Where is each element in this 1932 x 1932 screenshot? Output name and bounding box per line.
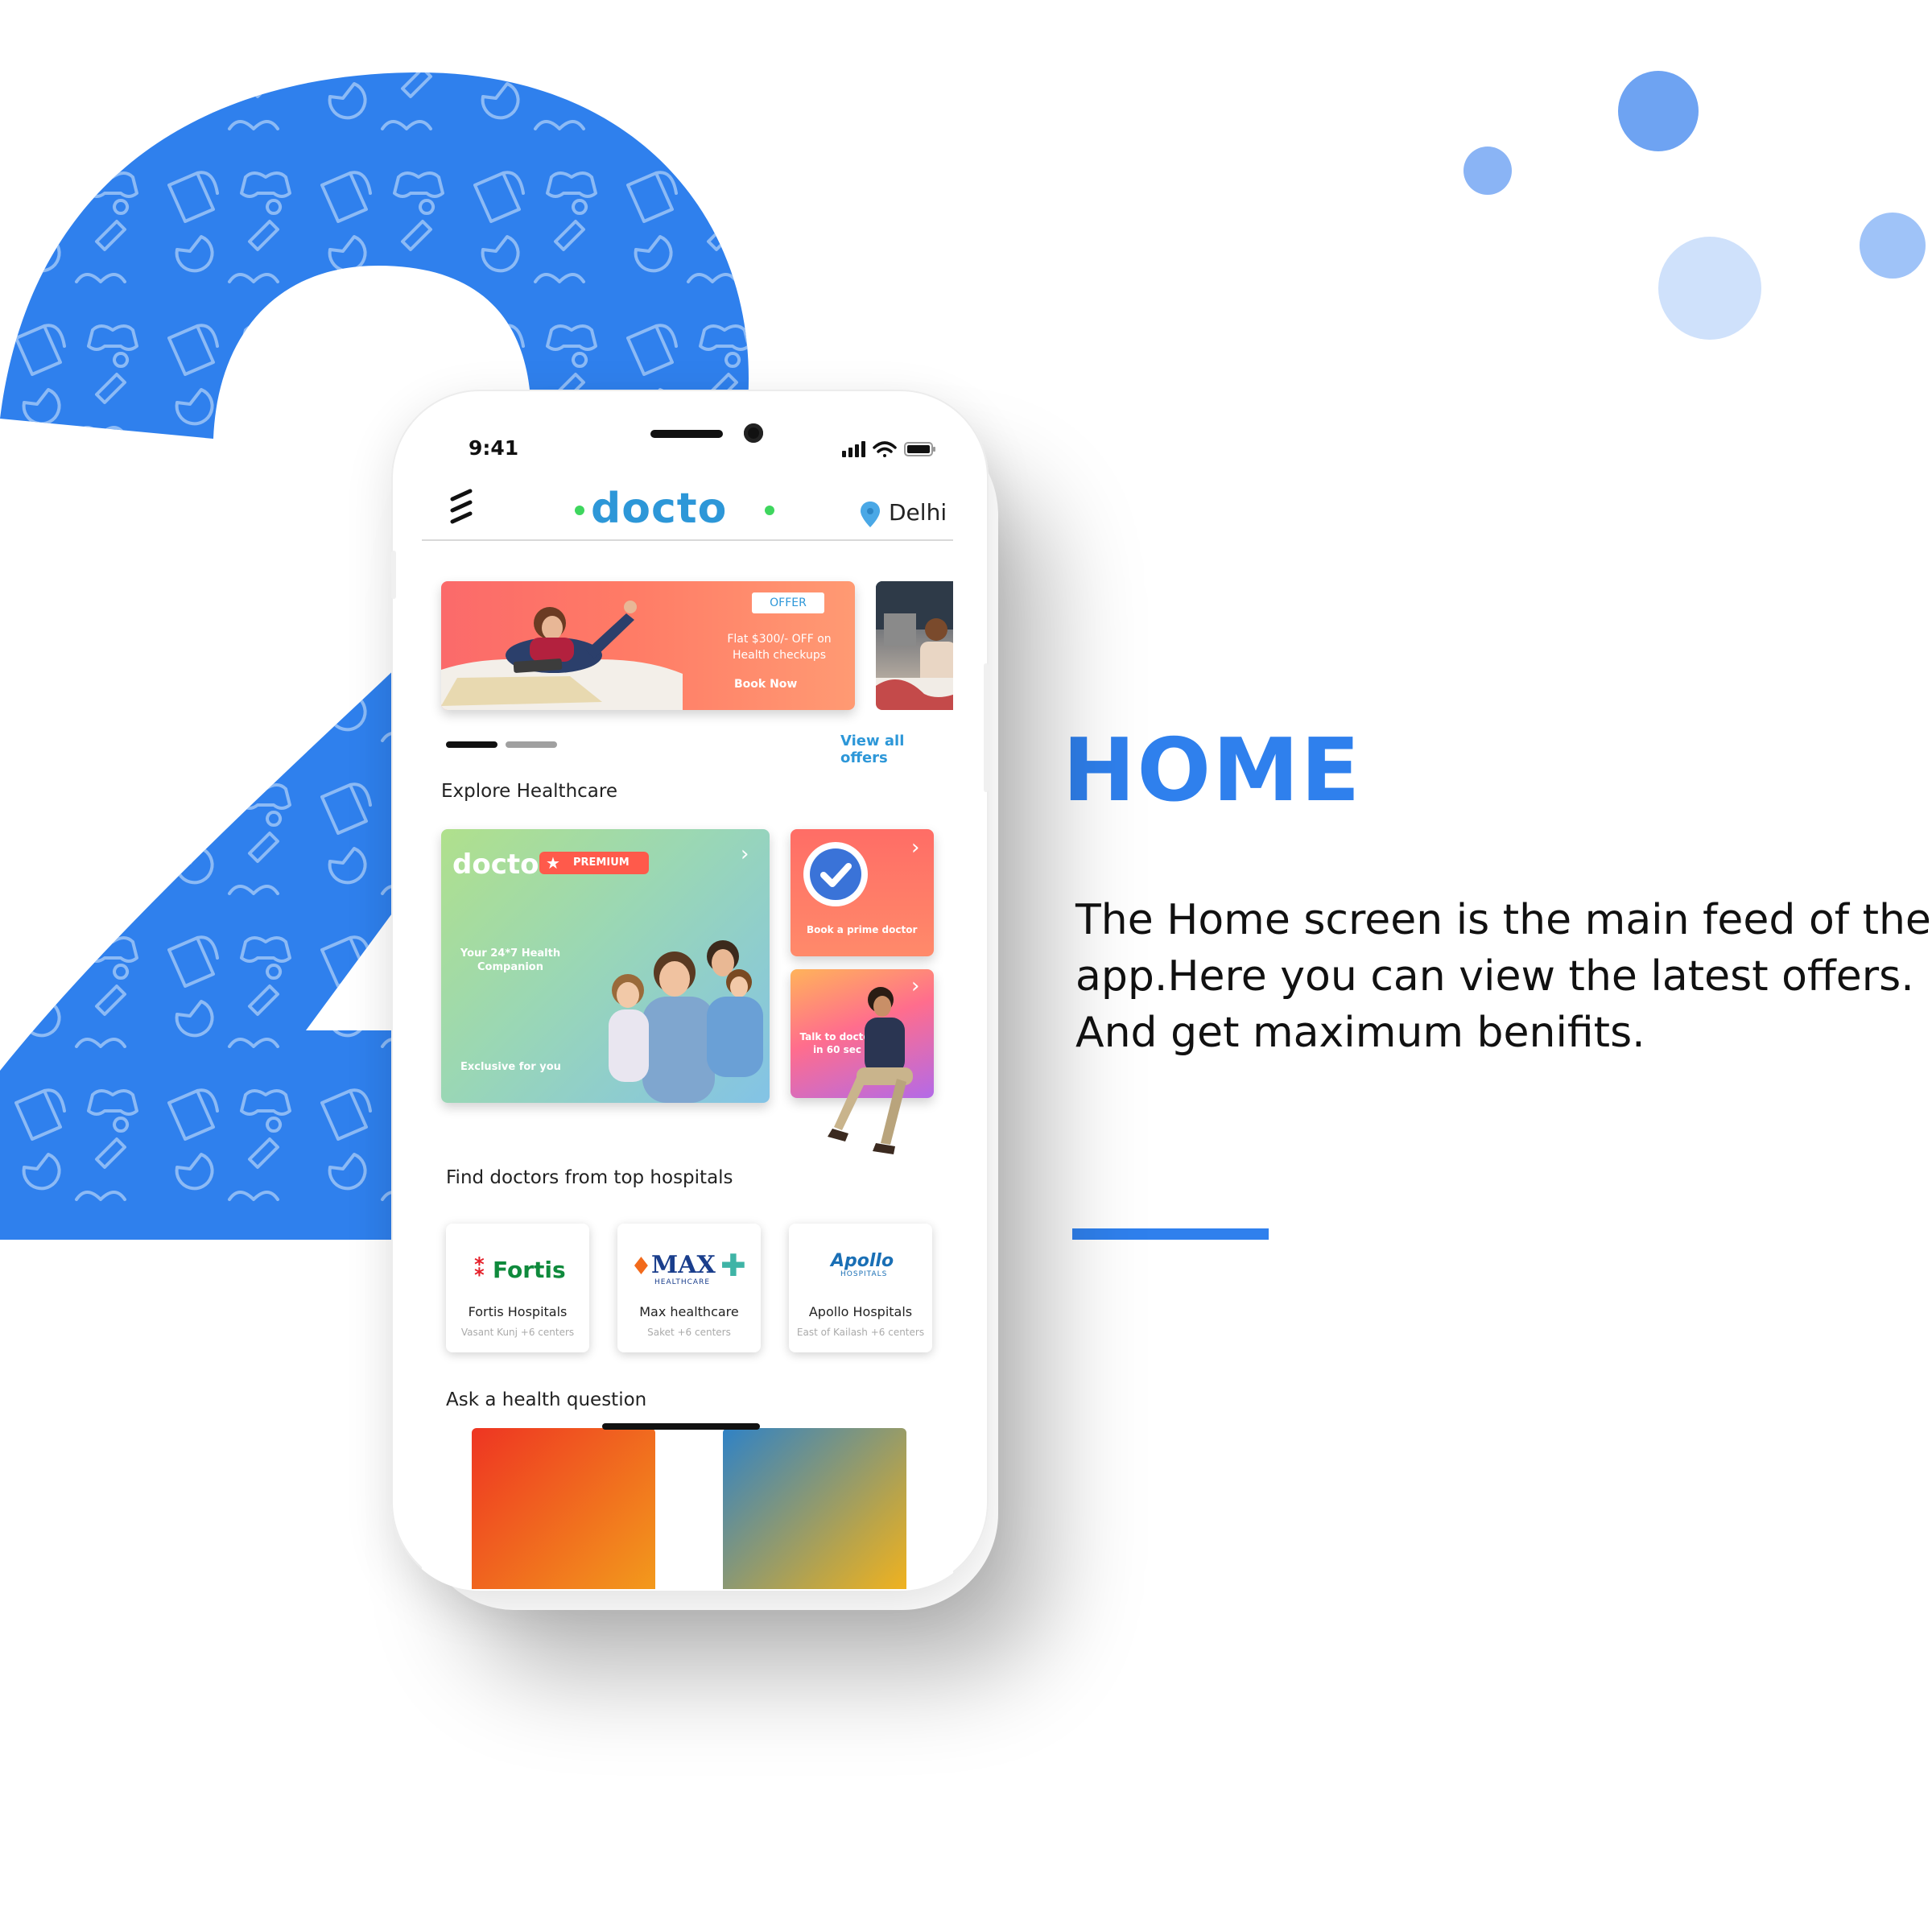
max-wordmark: MAX [651, 1251, 716, 1279]
status-icons [842, 441, 935, 457]
max-wordmark-sub: HEALTHCARE [654, 1278, 711, 1286]
offer-photo [441, 601, 683, 710]
slide-title: HOME [1063, 720, 1362, 821]
offer-banner-next[interactable] [876, 581, 953, 710]
accent-divider [1072, 1228, 1269, 1240]
apollo-wordmark-sub: HOSPITALS [840, 1270, 888, 1278]
hospitals-section-title: Find doctors from top hospitals [446, 1167, 733, 1188]
fortis-logo: ⁑ Fortis [446, 1246, 589, 1291]
question-card[interactable] [723, 1428, 906, 1589]
question-card[interactable] [472, 1428, 655, 1589]
wifi-icon [873, 441, 897, 457]
location-label[interactable]: Delhi [889, 499, 947, 526]
hospital-name: Fortis Hospitals [468, 1304, 568, 1319]
hospital-card-max[interactable]: ♦ MAX HEALTHCARE ✚ Max healthcare Saket … [617, 1224, 761, 1352]
chevron-right-icon: › [911, 836, 920, 860]
carousel-dot-active[interactable] [446, 741, 497, 748]
fortis-mark-icon: ⁑ [473, 1254, 486, 1282]
chevron-right-icon: › [741, 842, 749, 866]
premium-subtitle: Your 24*7 Health Companion [460, 947, 561, 973]
prime-doctor-card[interactable]: › Book a prime doctor [791, 829, 934, 956]
hospital-centers: East of Kailash +6 centers [796, 1327, 925, 1338]
description-line: The Home screen is the main feed of the [1075, 896, 1931, 944]
questions-section-title: Ask a health question [446, 1389, 647, 1410]
brand-dot-left [575, 506, 584, 515]
decor-bubble [1860, 213, 1926, 279]
menu-icon[interactable] [446, 488, 478, 528]
offer-banner[interactable]: OFFER Flat $300/- OFF on Health checkups… [441, 581, 855, 710]
carousel-dot[interactable] [506, 741, 557, 748]
app-header: docto Delhi [422, 470, 953, 541]
family-photo [609, 940, 763, 1103]
phone-side-button [391, 551, 396, 599]
signal-icon [842, 441, 865, 457]
verified-check-icon [803, 842, 868, 906]
brand-logo: docto [591, 485, 728, 533]
premium-card[interactable]: docto PREMIUM ★ › Your 24*7 Health Compa… [441, 829, 770, 1103]
apollo-logo: Apollo HOSPITALS [789, 1246, 932, 1291]
max-logo: ♦ MAX HEALTHCARE ✚ [617, 1246, 761, 1291]
decor-bubble [1463, 147, 1512, 195]
premium-logo: docto [452, 848, 539, 881]
prime-doctor-label: Book a prime doctor [807, 924, 918, 935]
star-icon: ★ [546, 853, 560, 873]
description-line: app.Here you can view the latest offers. [1075, 952, 1914, 1001]
decor-bubble [1618, 71, 1699, 151]
max-flame-icon: ♦ [630, 1253, 652, 1281]
decor-bubble [1658, 237, 1761, 340]
hospital-name: Apollo Hospitals [808, 1304, 913, 1319]
offer-text: Flat $300/- OFF on Health checkups [727, 633, 832, 662]
hospital-card-apollo[interactable]: Apollo HOSPITALS Apollo Hospitals East o… [789, 1224, 932, 1352]
premium-footer: Exclusive for you [460, 1061, 561, 1073]
front-camera [744, 423, 763, 443]
brand-dot-right [765, 506, 774, 515]
phone-side-button [984, 663, 989, 792]
phone-mockup: 9:41 docto Delhi OFFER Flat $300/- OFF o… [391, 390, 989, 1591]
book-now-link[interactable]: Book Now [734, 678, 797, 691]
max-cross-icon: ✚ [720, 1248, 746, 1283]
speaker-grille [650, 430, 723, 438]
slide-description: The Home screen is the main feed of the … [1075, 892, 1931, 1061]
home-indicator[interactable] [602, 1423, 760, 1430]
view-all-offers-link[interactable]: View all offers [840, 733, 953, 766]
hospital-centers: Vasant Kunj +6 centers [460, 1327, 575, 1338]
offer-photo-2 [876, 581, 953, 710]
hospital-centers: Saket +6 centers [647, 1327, 731, 1338]
hospital-name: Max healthcare [639, 1304, 739, 1319]
status-time: 9:41 [469, 436, 519, 460]
offer-tag: OFFER [752, 592, 824, 613]
description-line: And get maximum benifits. [1075, 1009, 1645, 1057]
hospital-card-fortis[interactable]: ⁑ Fortis Fortis Hospitals Vasant Kunj +6… [446, 1224, 589, 1352]
battery-icon [904, 442, 935, 456]
man-sitting-photo [828, 987, 913, 1154]
location-pin-icon[interactable] [860, 501, 881, 528]
explore-section-title: Explore Healthcare [441, 781, 617, 802]
fortis-wordmark: Fortis [493, 1257, 566, 1283]
